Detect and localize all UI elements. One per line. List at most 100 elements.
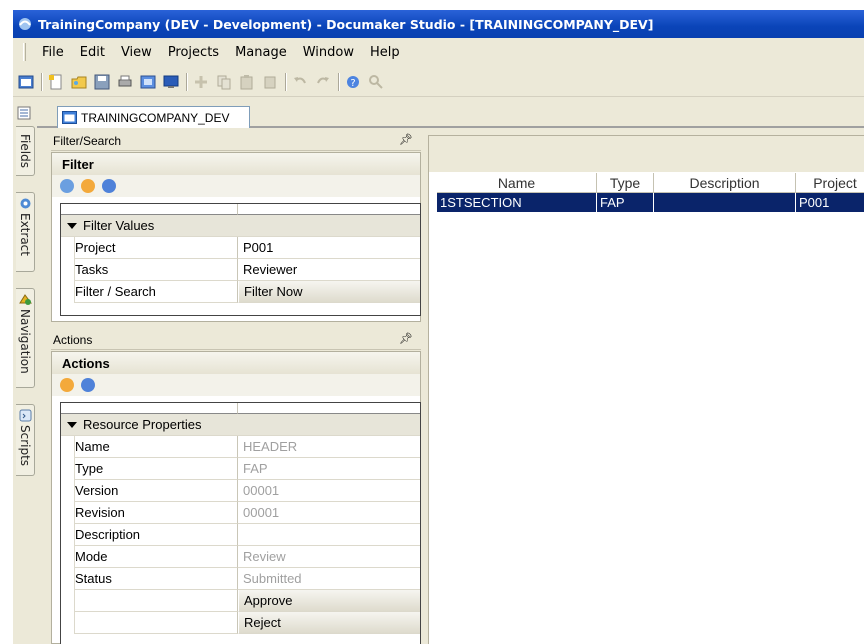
property-label: Type (75, 461, 104, 476)
property-value: HEADER (238, 436, 420, 458)
menubar-grip (23, 43, 26, 61)
property-label: Name (75, 439, 110, 454)
redo-icon[interactable] (314, 73, 332, 91)
grid-row-version[interactable]: Version 00001 (61, 480, 420, 502)
property-label: Mode (75, 549, 108, 564)
side-tab-navigation[interactable]: Navigation (16, 288, 35, 388)
pin-icon[interactable]: 📌︎ (399, 332, 413, 345)
grid-row-project[interactable]: Project P001 (61, 237, 420, 259)
side-tab-fields[interactable]: Fields (16, 126, 35, 176)
preview-icon[interactable] (139, 73, 157, 91)
column-header-type[interactable]: Type (597, 173, 654, 193)
cut-icon[interactable] (192, 73, 210, 91)
side-tab-scripts[interactable]: Scripts (16, 404, 35, 476)
menu-help[interactable]: Help (362, 43, 408, 62)
list-header: Name Type Description Project (437, 173, 864, 193)
grid-section-filter-values[interactable]: Filter Values (61, 215, 420, 237)
find-icon[interactable] (367, 73, 385, 91)
undo-icon[interactable] (291, 73, 309, 91)
side-tab-extract[interactable]: Extract (16, 192, 35, 272)
menu-window[interactable]: Window (295, 43, 362, 62)
tab-trainingcompany-dev[interactable]: TRAININGCOMPANY_DEV (57, 106, 250, 128)
workspace-icon[interactable] (17, 73, 35, 91)
filter-property-grid: Filter Values Project P001 Tasks Reviewe… (60, 203, 421, 316)
side-tab-label: Scripts (18, 425, 32, 467)
paste-icon[interactable] (238, 73, 256, 91)
property-value[interactable]: Reviewer (238, 259, 420, 281)
panel-title: Filter/Search (53, 133, 122, 148)
help-icon[interactable] (102, 179, 116, 193)
filter-panel: Filter Filter Values Project P001 Tasks … (51, 152, 421, 322)
property-label: Description (75, 527, 141, 542)
section-label: Resource Properties (83, 417, 202, 432)
grid-row-mode[interactable]: Mode Review (61, 546, 420, 568)
property-value[interactable]: P001 (238, 237, 420, 259)
screen-icon[interactable] (162, 73, 180, 91)
grid-row-revision[interactable]: Revision 00001 (61, 502, 420, 524)
scripts-icon (19, 409, 31, 422)
menu-projects[interactable]: Projects (160, 43, 227, 62)
property-label: Filter / Search (75, 284, 156, 299)
info-icon[interactable] (81, 179, 95, 193)
grid-row-filter-search[interactable]: Filter / Search Filter Now (61, 281, 420, 303)
extract-icon (20, 198, 30, 209)
column-header-name[interactable]: Name (437, 173, 597, 193)
column-header-description[interactable]: Description (654, 173, 796, 193)
toolbar: ? (13, 67, 864, 97)
toolbar-separator (285, 72, 287, 91)
new-icon[interactable] (47, 73, 65, 91)
filter-icon-bar (52, 175, 420, 197)
navigation-icon (18, 294, 32, 305)
panel-title: Actions (53, 332, 93, 347)
menu-file[interactable]: File (34, 43, 72, 62)
property-label: Project (75, 240, 116, 255)
toolbar-separator (186, 72, 188, 91)
grid-row-approve[interactable]: Approve (61, 590, 420, 612)
property-label: Revision (75, 505, 125, 520)
grid-row-status[interactable]: Status Submitted (61, 568, 420, 590)
menu-edit[interactable]: Edit (72, 43, 113, 62)
tab-label: TRAININGCOMPANY_DEV (81, 110, 230, 125)
grid-row-name[interactable]: Name HEADER (61, 436, 420, 458)
menu-bar: File Edit View Projects Manage Window He… (13, 38, 864, 66)
menu-view[interactable]: View (113, 43, 160, 62)
menu-manage[interactable]: Manage (227, 43, 295, 62)
grid-spacer-row (61, 204, 420, 215)
refresh-icon[interactable] (60, 179, 74, 193)
help-icon[interactable]: ? (344, 73, 362, 91)
help-icon[interactable] (81, 378, 95, 392)
filter-heading: Filter (52, 153, 420, 175)
property-label: Version (75, 483, 119, 498)
grid-row-reject[interactable]: Reject (61, 612, 420, 634)
info-icon[interactable] (60, 378, 74, 392)
collapse-icon[interactable] (67, 421, 77, 428)
property-value[interactable] (238, 524, 420, 546)
collapse-icon[interactable] (67, 222, 77, 229)
side-tab-label: Fields (18, 134, 32, 168)
approve-button[interactable]: Approve (238, 590, 420, 612)
title-bar[interactable]: TrainingCompany (DEV - Development) - Do… (13, 10, 864, 38)
resource-list-view: Name Type Description Project 1STSECTION… (428, 135, 864, 644)
list-toolbar-area (429, 136, 864, 172)
grid-row-tasks[interactable]: Tasks Reviewer (61, 259, 420, 281)
actions-heading: Actions (52, 352, 420, 374)
side-tab-label: Extract (18, 213, 32, 256)
list-row-selected[interactable]: 1STSECTION FAP P001 (437, 193, 864, 212)
save-icon[interactable] (93, 73, 111, 91)
filter-now-button[interactable]: Filter Now (238, 281, 420, 303)
grid-row-description[interactable]: Description (61, 524, 420, 546)
property-value: Submitted (238, 568, 420, 590)
print-icon[interactable] (116, 73, 134, 91)
copy-icon[interactable] (215, 73, 233, 91)
properties-icon[interactable] (17, 106, 31, 120)
grid-row-type[interactable]: Type FAP (61, 458, 420, 480)
cell-name: 1STSECTION (437, 193, 597, 212)
open-icon[interactable] (70, 73, 88, 91)
column-header-project[interactable]: Project (796, 173, 864, 193)
delete-icon[interactable] (261, 73, 279, 91)
toolbar-separator (41, 72, 43, 91)
property-value: 00001 (238, 480, 420, 502)
grid-section-resource-properties[interactable]: Resource Properties (61, 414, 420, 436)
pin-icon[interactable]: 📌︎ (399, 133, 413, 146)
reject-button[interactable]: Reject (238, 612, 420, 634)
